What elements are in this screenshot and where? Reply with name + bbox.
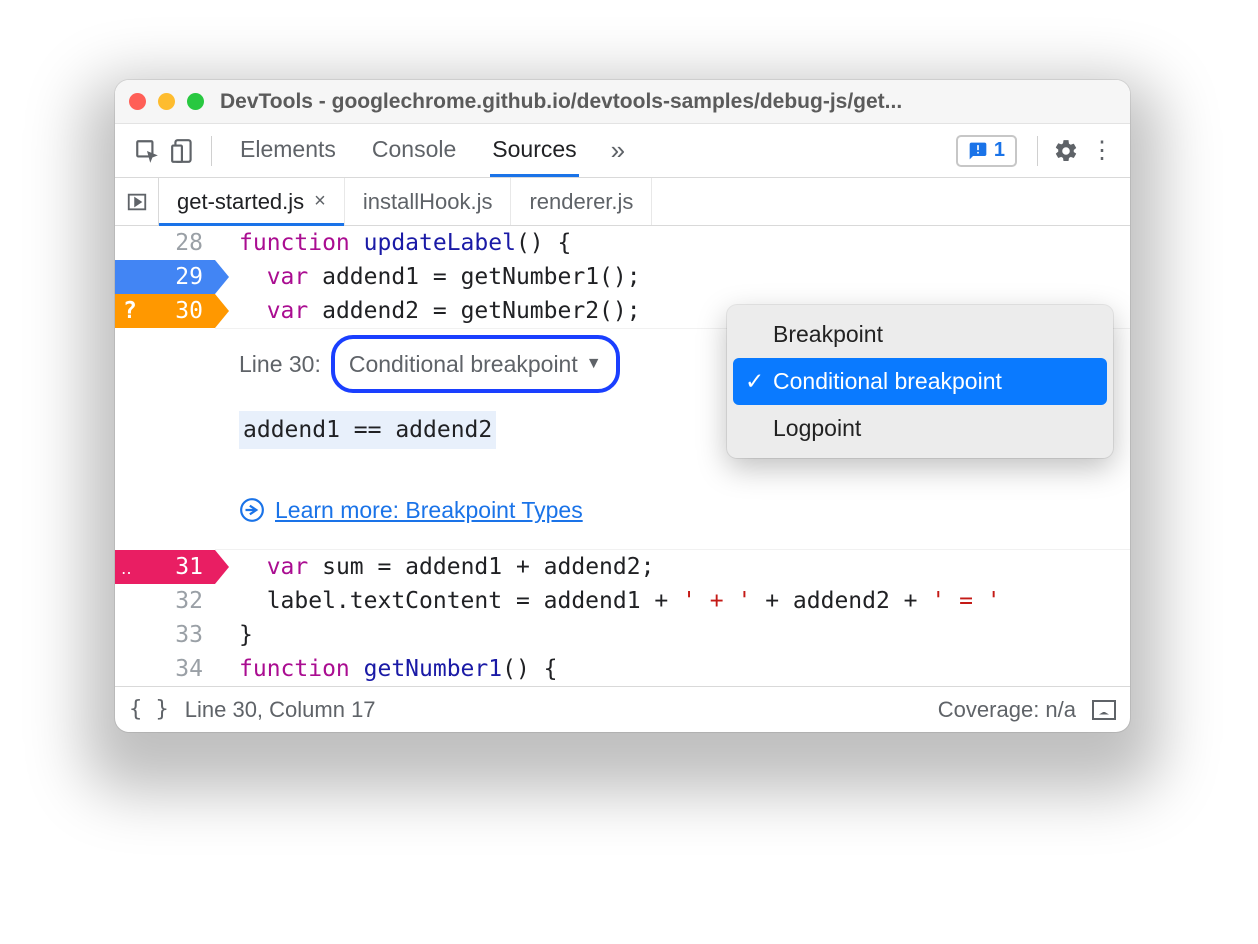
code-line: 34 function getNumber1() { xyxy=(115,652,1130,686)
close-window-button[interactable] xyxy=(129,93,146,110)
inspect-element-icon[interactable] xyxy=(129,133,165,169)
learn-more-row: Learn more: Breakpoint Types xyxy=(239,493,1130,527)
file-tab-label: renderer.js xyxy=(529,189,633,215)
file-tab-renderer[interactable]: renderer.js xyxy=(511,178,652,225)
more-options-icon[interactable]: ⋮ xyxy=(1084,136,1120,165)
settings-icon[interactable] xyxy=(1048,138,1084,164)
file-tab-installhook[interactable]: installHook.js xyxy=(345,178,512,225)
line-number[interactable]: 32 xyxy=(115,584,215,618)
line-number[interactable]: 34 xyxy=(115,652,215,686)
tab-sources[interactable]: Sources xyxy=(490,124,578,177)
coverage-status: Coverage: n/a xyxy=(938,697,1076,723)
line-number-conditional-breakpoint[interactable]: ?30 xyxy=(115,294,215,328)
breakpoint-line-label: Line 30: xyxy=(239,347,321,381)
toolbar-divider xyxy=(211,136,212,166)
logpoint-marker-icon: ‥ xyxy=(121,552,133,586)
devtools-window: DevTools - googlechrome.github.io/devtoo… xyxy=(115,80,1130,732)
issues-count: 1 xyxy=(994,139,1005,162)
maximize-window-button[interactable] xyxy=(187,93,204,110)
breakpoint-type-label: Conditional breakpoint xyxy=(349,347,578,381)
breakpoint-type-dropdown[interactable]: Conditional breakpoint ▼ xyxy=(331,335,620,393)
file-tabs: get-started.js × installHook.js renderer… xyxy=(115,178,1130,226)
window-title: DevTools - googlechrome.github.io/devtoo… xyxy=(220,90,1116,114)
toolbar-divider-2 xyxy=(1037,136,1038,166)
menu-item-conditional-breakpoint[interactable]: Conditional breakpoint xyxy=(733,358,1107,405)
breakpoint-type-menu: Breakpoint Conditional breakpoint Logpoi… xyxy=(727,305,1113,458)
main-toolbar: Elements Console Sources » 1 ⋮ xyxy=(115,124,1130,178)
panel-tabs: Elements Console Sources xyxy=(238,124,579,177)
menu-item-logpoint[interactable]: Logpoint xyxy=(733,405,1107,452)
navigator-toggle-icon[interactable] xyxy=(115,178,159,225)
line-number-breakpoint[interactable]: 29 xyxy=(115,260,215,294)
titlebar: DevTools - googlechrome.github.io/devtoo… xyxy=(115,80,1130,124)
window-controls xyxy=(129,93,204,110)
arrow-right-circle-icon xyxy=(239,497,265,523)
status-bar: { } Line 30, Column 17 Coverage: n/a xyxy=(115,686,1130,732)
code-line: 28 function updateLabel() { xyxy=(115,226,1130,260)
file-tab-label: get-started.js xyxy=(177,189,304,215)
chevron-down-icon: ▼ xyxy=(586,347,602,381)
show-drawer-icon[interactable] xyxy=(1092,700,1116,720)
pretty-print-icon[interactable]: { } xyxy=(129,697,169,722)
learn-more-link[interactable]: Learn more: Breakpoint Types xyxy=(275,493,583,527)
file-tab-label: installHook.js xyxy=(363,189,493,215)
file-tab-get-started[interactable]: get-started.js × xyxy=(159,178,345,225)
code-line: 29 var addend1 = getNumber1(); xyxy=(115,260,1130,294)
menu-item-breakpoint[interactable]: Breakpoint xyxy=(733,311,1107,358)
line-number[interactable]: 33 xyxy=(115,618,215,652)
line-number-logpoint[interactable]: ‥31 xyxy=(115,550,215,584)
more-tabs-icon[interactable]: » xyxy=(603,135,633,166)
breakpoint-expression-input[interactable]: addend1 == addend2 xyxy=(239,411,496,449)
device-toolbar-icon[interactable] xyxy=(165,133,201,169)
cursor-position: Line 30, Column 17 xyxy=(185,697,376,723)
conditional-marker-icon: ? xyxy=(123,294,137,328)
tab-console[interactable]: Console xyxy=(370,124,458,177)
close-tab-icon[interactable]: × xyxy=(314,190,326,213)
issues-badge[interactable]: 1 xyxy=(956,135,1017,167)
line-number[interactable]: 28 xyxy=(115,226,215,260)
tab-elements[interactable]: Elements xyxy=(238,124,338,177)
code-line: 32 label.textContent = addend1 + ' + ' +… xyxy=(115,584,1130,618)
code-line: ‥31 var sum = addend1 + addend2; xyxy=(115,550,1130,584)
minimize-window-button[interactable] xyxy=(158,93,175,110)
code-line: 33 } xyxy=(115,618,1130,652)
